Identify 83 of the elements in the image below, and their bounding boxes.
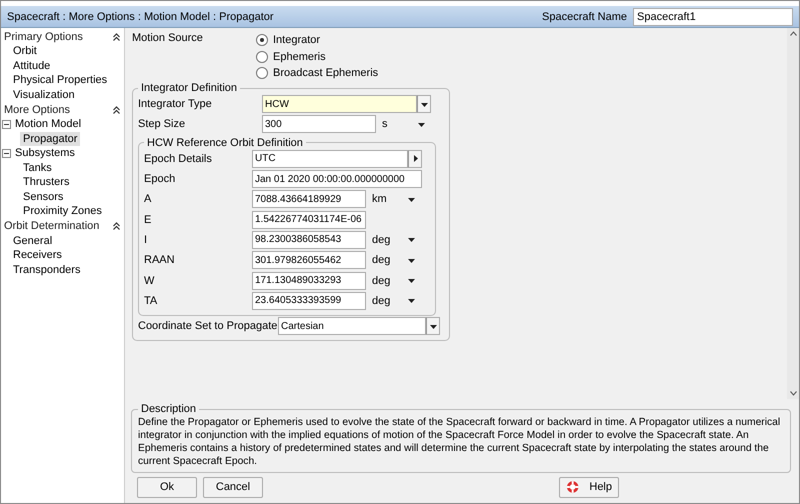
submenu-arrow-icon xyxy=(412,155,418,162)
lifebuoy-icon xyxy=(566,480,580,494)
field-label: Epoch Details xyxy=(144,152,213,165)
dropdown-arrow-icon xyxy=(408,297,414,304)
ok-button[interactable]: Ok xyxy=(137,476,197,498)
dropdown-field[interactable]: Cartesian xyxy=(278,317,426,336)
help-button[interactable]: Help xyxy=(559,476,619,498)
description-text: Define the Propagator or Ephemeris used to evolve the state of the Spacecraft forward or backward in time. A Propagator utilizes a numerical integrator in conjunction with the implied equations of motion of the Spacecraft Force Model in order to evolve the Spacecraft state. An Ephemeris contains a history of predetermined states and will determine the current Spacecraft state by interpolating the states around the current Spacecraft Epoch. xyxy=(138,416,782,468)
text-field[interactable]: Jan 01 2020 00:00:00.000000000 xyxy=(252,170,422,188)
nav-item[interactable]: Attitude xyxy=(10,58,54,73)
field-label: TA xyxy=(144,294,158,307)
unit-label: s xyxy=(381,118,388,130)
nav-item[interactable]: Propagator xyxy=(20,132,80,146)
field-label: Epoch xyxy=(144,173,176,186)
cancel-button[interactable]: Cancel xyxy=(203,476,263,498)
unit-label: deg xyxy=(371,274,392,287)
unit-label: km xyxy=(371,193,388,206)
nav-item[interactable]: Physical Properties xyxy=(10,73,110,88)
radio-button[interactable] xyxy=(256,67,268,80)
unit-label: deg xyxy=(371,254,392,266)
nav-item[interactable]: Thrusters xyxy=(20,175,72,190)
field-label: I xyxy=(144,234,148,246)
collapse-icon[interactable] xyxy=(113,222,120,230)
nav-item[interactable]: Sensors xyxy=(20,190,66,204)
field-label: E xyxy=(144,214,152,226)
field-label: RAAN xyxy=(144,254,176,266)
submenu-button[interactable] xyxy=(408,150,422,168)
radio-button[interactable] xyxy=(256,50,268,63)
dropdown-arrow-icon xyxy=(408,236,414,244)
collapse-toggle-icon[interactable] xyxy=(2,120,11,129)
field-label: Step Size xyxy=(138,118,186,130)
group-title: Description xyxy=(140,403,198,415)
section-header[interactable]: Orbit Determination xyxy=(4,220,100,232)
nav-item[interactable]: Proximity Zones xyxy=(20,204,105,218)
dropdown-arrow-icon xyxy=(420,100,428,108)
text-field[interactable]: 300 xyxy=(262,115,376,134)
dropdown-arrow-icon xyxy=(408,256,414,264)
nav-item[interactable]: Tanks xyxy=(20,160,55,175)
text-field[interactable]: 23.6405333393599 xyxy=(252,292,366,310)
text-field[interactable]: 98.2300386058543 xyxy=(252,230,366,249)
text-field[interactable]: 301.979826055462 xyxy=(252,251,366,270)
text-field[interactable]: 171.130489033293 xyxy=(252,272,366,290)
radio-label[interactable]: Integrator xyxy=(273,34,320,46)
window-title: Spacecraft : More Options : Motion Model : Propagator xyxy=(7,10,275,22)
unit-label: deg xyxy=(371,234,392,246)
radio-label[interactable]: Ephemeris xyxy=(273,50,326,63)
collapse-icon[interactable] xyxy=(113,32,120,40)
group-title: Integrator Definition xyxy=(140,82,238,94)
nav-item[interactable]: Subsystems xyxy=(12,146,78,160)
nav-item[interactable]: Motion Model xyxy=(12,117,84,132)
collapse-toggle-icon[interactable] xyxy=(2,148,11,158)
radio-button[interactable] xyxy=(256,34,268,46)
dropdown-arrow-icon xyxy=(408,196,414,203)
scroll-up-icon[interactable] xyxy=(790,31,796,36)
collapse-icon[interactable] xyxy=(113,106,120,114)
dropdown-field[interactable]: HCW xyxy=(262,95,417,114)
dropdown-arrow-icon xyxy=(430,322,436,330)
unit-label: deg xyxy=(371,294,392,307)
name-field[interactable]: Spacecraft1 xyxy=(633,8,793,26)
nav-item[interactable]: Transponders xyxy=(10,262,84,277)
field-label: Motion Source xyxy=(132,32,204,44)
group-title: HCW Reference Orbit Definition xyxy=(146,136,304,149)
dropdown-button[interactable] xyxy=(417,95,431,114)
field-label: W xyxy=(144,274,156,287)
section-header[interactable]: Primary Options xyxy=(4,30,83,42)
text-field[interactable]: 1.54226774031174E-06 xyxy=(252,210,366,229)
dropdown-field[interactable]: UTC xyxy=(252,150,408,168)
nav-item[interactable]: Receivers xyxy=(10,248,65,262)
nav-item[interactable]: Orbit xyxy=(10,44,40,58)
radio-label[interactable]: Broadcast Ephemeris xyxy=(273,67,378,80)
scroll-down-icon[interactable] xyxy=(790,391,796,396)
field-label: Coordinate Set to Propagate xyxy=(138,320,278,332)
nav-item[interactable]: Visualization xyxy=(10,88,78,102)
section-header[interactable]: More Options xyxy=(4,104,70,116)
field-label: A xyxy=(144,193,152,206)
field-label: Integrator Type xyxy=(138,98,213,110)
dropdown-arrow-icon xyxy=(408,277,414,284)
nav-item[interactable]: General xyxy=(10,234,56,248)
field-label: Spacecraft Name xyxy=(542,10,627,22)
text-field[interactable]: 7088.43664189929 xyxy=(252,190,366,208)
scrollbar[interactable] xyxy=(787,28,799,399)
dropdown-button[interactable] xyxy=(426,317,440,336)
dropdown-arrow-icon xyxy=(418,120,424,128)
